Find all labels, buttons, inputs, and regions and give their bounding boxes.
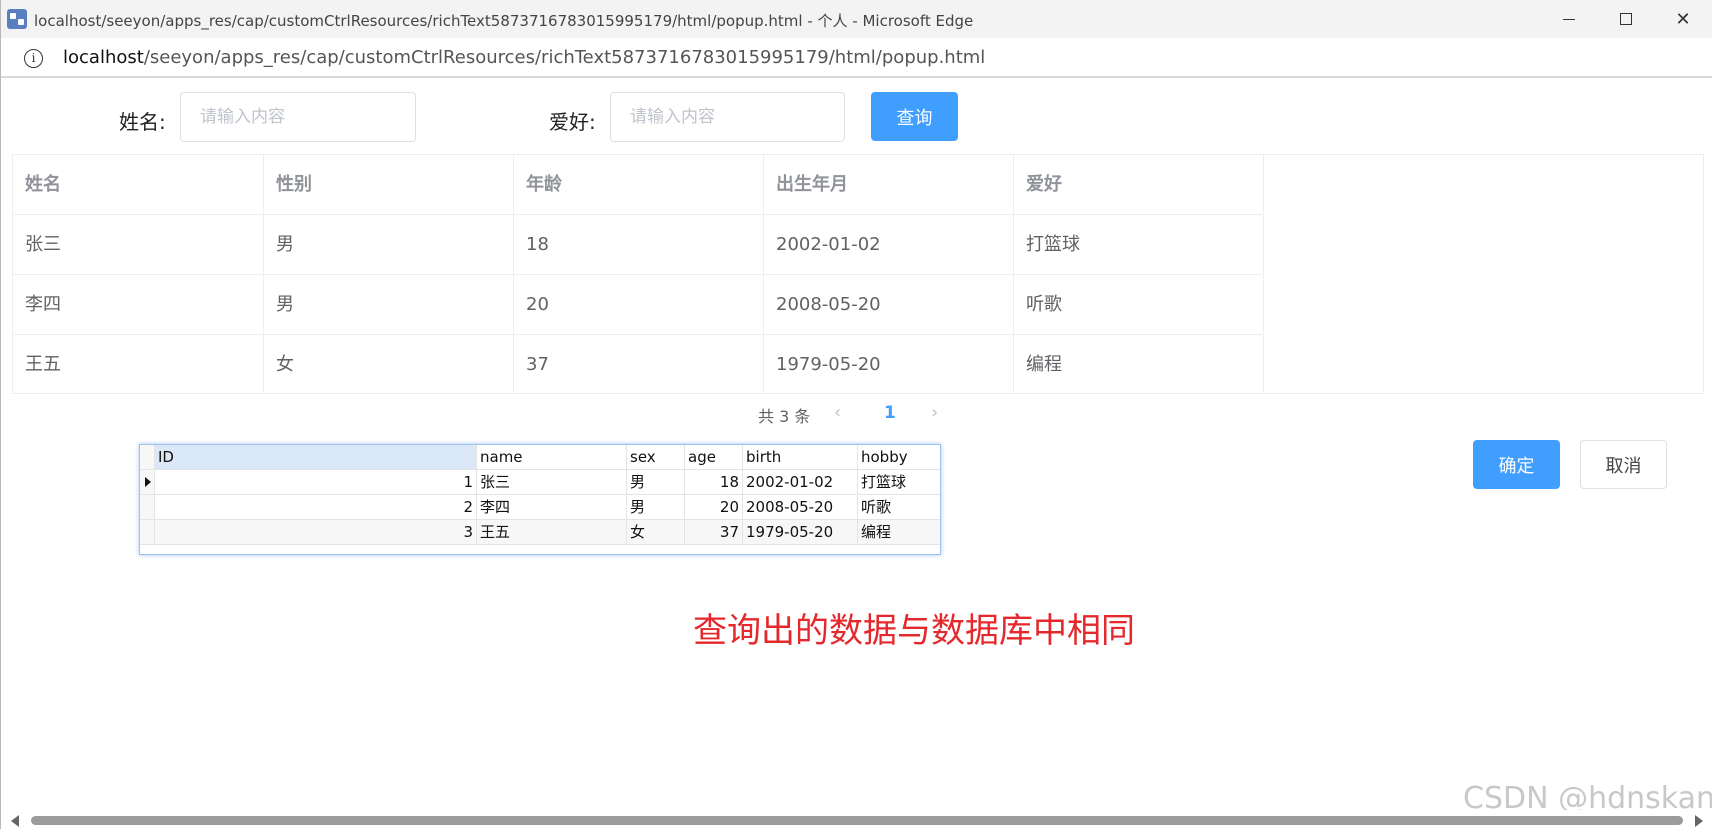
column-header: 性别 [264, 155, 514, 214]
url-path: /seeyon/apps_res/cap/customCtrlResources… [143, 47, 986, 68]
grid-column-header: sex [627, 445, 685, 469]
annotation-text: 查询出的数据与数据库中相同 [693, 611, 1135, 651]
chevron-right-icon[interactable]: › [931, 402, 938, 423]
table-cell: 打篮球 [1014, 215, 1264, 274]
table-cell: 男 [264, 275, 514, 334]
scrollbar-thumb[interactable] [31, 816, 1683, 825]
grid-column-header: age [685, 445, 743, 469]
address-bar[interactable]: i localhost/seeyon/apps_res/cap/customCt… [1, 38, 1712, 78]
grid-row[interactable]: 1 张三 男 18 2002-01-02 打篮球 [140, 470, 940, 495]
grid-cell: 20 [685, 495, 743, 519]
grid-cell: 2002-01-02 [743, 470, 858, 494]
table-cell: 听歌 [1014, 275, 1264, 334]
table-cell: 37 [514, 335, 764, 394]
table-cell: 男 [264, 215, 514, 274]
column-header: 姓名 [13, 155, 264, 214]
maximize-button[interactable] [1598, 0, 1654, 38]
grid-row[interactable]: 3 王五 女 37 1979-05-20 编程 [140, 520, 940, 545]
grid-cell: 1 [155, 470, 477, 494]
query-button[interactable]: 查询 [871, 92, 958, 141]
table-cell: 张三 [13, 215, 264, 274]
hobby-input[interactable]: 请输入内容 [610, 92, 845, 142]
grid-column-header: ID [155, 445, 477, 469]
grid-cell: 女 [627, 520, 685, 544]
url-host: localhost [63, 47, 144, 68]
table-cell: 李四 [13, 275, 264, 334]
minimize-icon [1563, 18, 1575, 20]
browser-window: localhost/seeyon/apps_res/cap/customCtrl… [0, 0, 1712, 829]
grid-cell: 37 [685, 520, 743, 544]
column-header: 年龄 [514, 155, 764, 214]
grid-cell: 1979-05-20 [743, 520, 858, 544]
title-bar: localhost/seeyon/apps_res/cap/customCtrl… [1, 0, 1712, 38]
name-label: 姓名: [119, 110, 166, 134]
row-indicator [140, 495, 155, 519]
grid-cell: 打篮球 [861, 473, 907, 491]
grid-cell: 男 [627, 495, 685, 519]
table-row[interactable]: 王五 女 37 1979-05-20 编程 [13, 335, 1264, 395]
pagination-total: 共 3 条 [758, 407, 811, 426]
table-cell: 编程 [1014, 335, 1264, 394]
result-table: 姓名 性别 年龄 出生年月 爱好 张三 男 18 2002-01-02 打篮球 … [12, 154, 1704, 394]
grid-column-header: name [477, 445, 627, 469]
grid-cell: 李四 [477, 495, 627, 519]
database-grid: ID name sex age birth hobby 1 张三 男 18 20… [139, 444, 941, 555]
grid-column-header: hobby [861, 448, 908, 466]
grid-cell: 3 [155, 520, 477, 544]
hobby-label: 爱好: [549, 110, 596, 134]
grid-column-header: birth [743, 445, 858, 469]
scroll-right-icon[interactable] [1695, 815, 1703, 827]
minimize-button[interactable] [1541, 0, 1597, 38]
scroll-left-icon[interactable] [11, 815, 19, 827]
pagination-page[interactable]: 1 [884, 403, 896, 423]
table-cell: 女 [264, 335, 514, 394]
column-header: 爱好 [1014, 155, 1264, 214]
table-cell: 20 [514, 275, 764, 334]
table-cell: 18 [514, 215, 764, 274]
cancel-button[interactable]: 取消 [1580, 440, 1667, 489]
info-icon[interactable]: i [24, 49, 43, 68]
grid-cell: 编程 [861, 523, 892, 541]
table-cell: 2008-05-20 [764, 275, 1014, 334]
grid-cell: 张三 [477, 470, 627, 494]
current-row-icon [140, 470, 155, 494]
row-indicator [140, 520, 155, 544]
table-header-row: 姓名 性别 年龄 出生年月 爱好 [13, 155, 1264, 215]
grid-cell: 2008-05-20 [743, 495, 858, 519]
grid-header-row: ID name sex age birth hobby [140, 445, 940, 470]
grid-cell: 男 [627, 470, 685, 494]
grid-cell: 听歌 [861, 498, 892, 516]
window-title: localhost/seeyon/apps_res/cap/customCtrl… [34, 12, 974, 30]
maximize-icon [1620, 13, 1632, 25]
table-row[interactable]: 张三 男 18 2002-01-02 打篮球 [13, 215, 1264, 275]
grid-cell: 王五 [477, 520, 627, 544]
table-cell: 王五 [13, 335, 264, 394]
grid-cell: 2 [155, 495, 477, 519]
row-indicator [140, 445, 155, 469]
table-cell: 2002-01-02 [764, 215, 1014, 274]
grid-row[interactable]: 2 李四 男 20 2008-05-20 听歌 [140, 495, 940, 520]
close-icon: ✕ [1675, 8, 1691, 30]
horizontal-scrollbar[interactable] [1, 810, 1712, 829]
grid-cell: 18 [685, 470, 743, 494]
app-icon [7, 9, 27, 29]
table-row[interactable]: 李四 男 20 2008-05-20 听歌 [13, 275, 1264, 335]
close-button[interactable]: ✕ [1655, 0, 1711, 38]
chevron-left-icon[interactable]: ‹ [834, 402, 841, 423]
url-text[interactable]: localhost/seeyon/apps_res/cap/customCtrl… [63, 47, 985, 68]
table-cell: 1979-05-20 [764, 335, 1014, 394]
name-input[interactable]: 请输入内容 [180, 92, 416, 142]
confirm-button[interactable]: 确定 [1473, 440, 1560, 489]
column-header: 出生年月 [764, 155, 1014, 214]
